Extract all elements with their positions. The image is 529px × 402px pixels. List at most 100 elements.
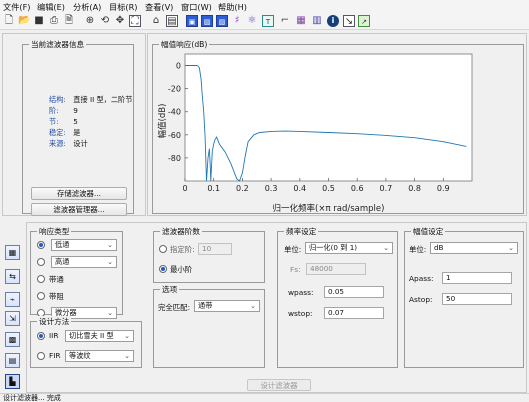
open-folder-icon[interactable]: 📂 (18, 15, 30, 27)
pole-zero-icon[interactable]: T (262, 15, 274, 27)
pan-icon[interactable]: ✥ (114, 15, 126, 27)
x-tick-label: 0.9 (437, 184, 450, 193)
menu-help[interactable]: 帮助(H) (218, 1, 247, 13)
lowpass-select[interactable]: 低通 ⌄ (51, 239, 117, 251)
fs-input[interactable]: 48000 (306, 263, 366, 275)
filter-order-title: 滤波器阶数 (160, 226, 202, 237)
phase-response-icon[interactable]: ▤ (166, 15, 178, 27)
menu-file[interactable]: 文件(F) (3, 1, 30, 13)
bandstop-radio[interactable] (37, 292, 45, 300)
x-tick-label: 0.6 (351, 184, 364, 193)
info-icon[interactable]: i (327, 15, 339, 27)
zoom-box-icon[interactable]: ▥ (311, 15, 323, 27)
info-stable: 稳定: 是 (49, 128, 81, 137)
y-tick-label: -80 (168, 154, 181, 163)
x-tick-label: 0.8 (408, 184, 421, 193)
bandpass-radio[interactable] (37, 275, 45, 283)
magnitude-units-select[interactable]: dB ⌄ (430, 242, 518, 254)
chevron-down-icon: ⌄ (383, 244, 389, 252)
fit-icon[interactable]: ⛶ (129, 15, 141, 27)
filter-info-icon[interactable]: ▦ (295, 15, 307, 27)
menu-analysis[interactable]: 分析(A) (73, 1, 101, 13)
iir-label: IIR (49, 331, 59, 340)
order-input[interactable]: 10 (198, 243, 232, 255)
y-tick-label: -40 (168, 108, 181, 117)
design-filter-button[interactable]: 设计滤波器 (247, 379, 311, 391)
new-file-icon[interactable]: 🗋 (3, 15, 15, 27)
chevron-down-icon: ⌄ (508, 244, 514, 252)
zoom-in-icon[interactable]: ⊕ (84, 15, 96, 27)
options-group: 选项 完全匹配: 通带 ⌄ (153, 284, 265, 368)
coefficients-icon[interactable]: ⌐ (279, 15, 291, 27)
y-axis-label: 幅值(dB) (157, 104, 168, 139)
x-tick-label: 0.1 (207, 184, 220, 193)
chevron-down-icon: ⌄ (107, 258, 113, 266)
store-filter-button[interactable]: 存储滤波器... (31, 187, 127, 200)
match-exactly-select[interactable]: 通带 ⌄ (194, 300, 260, 312)
frequency-units-select[interactable]: 归一化(0 到 1) ⌄ (305, 242, 393, 254)
pole-zero-side-icon[interactable]: ⌁ (5, 292, 20, 307)
menu-window[interactable]: 窗口(W) (181, 1, 212, 13)
y-tick-label: -20 (168, 85, 181, 94)
magnitude-response-icon[interactable]: ⌂ (150, 15, 162, 27)
status-bar: 设计滤波器... 完成 (0, 393, 529, 402)
fir-method-select[interactable]: 等波纹 ⌄ (65, 350, 134, 362)
fir-radio[interactable] (37, 352, 45, 360)
fs-label: Fs: (290, 265, 301, 274)
group-delay-icon[interactable]: ▧ (201, 15, 213, 27)
print-preview-icon[interactable]: 🗎 (63, 15, 75, 27)
filter-manager-button[interactable]: 滤波器管理器... (31, 203, 127, 216)
wstop-input[interactable]: 0.07 (324, 307, 384, 319)
current-filter-info-title: 当前滤波器信息 (29, 39, 87, 50)
specify-order-radio[interactable] (159, 245, 167, 253)
x-tick-label: 0.7 (380, 184, 393, 193)
wpass-input[interactable]: 0.05 (324, 286, 384, 298)
multirate-side-icon[interactable]: ▩ (5, 332, 20, 347)
specify-order-label: 指定阶: (170, 245, 195, 254)
transform-side-icon[interactable]: ⇆ (5, 269, 20, 284)
astop-label: Astop: (409, 295, 433, 304)
design-panel: 响应类型 低通 ⌄ 高通 ⌄ 带通 带阻 微分器 ⌄ 设计方法 IIR 切比雪夫 II… (26, 222, 527, 393)
filter-order-group: 滤波器阶数 指定阶: 10 最小阶 (153, 226, 265, 283)
menu-targets[interactable]: 目标(R) (109, 1, 137, 13)
frequency-units-label: 单位: (284, 245, 302, 254)
zoom-out-icon[interactable]: ⟲ (99, 15, 111, 27)
print-icon[interactable]: ⎙ (48, 15, 60, 27)
x-axis-label: 归一化频率(×π rad/sample) (273, 203, 385, 214)
realize-model-side-icon[interactable]: ▤ (5, 353, 20, 368)
astop-input[interactable]: 50 (442, 293, 512, 305)
step-response-icon[interactable]: ⚛ (246, 15, 258, 27)
iir-radio[interactable] (37, 332, 45, 340)
import-side-icon[interactable]: ⇲ (5, 311, 20, 326)
menu-edit[interactable]: 编辑(E) (37, 1, 65, 13)
design-filter-side-icon[interactable]: ▦ (5, 245, 20, 260)
frequency-specs-title: 频率设定 (284, 226, 319, 237)
magnitude-response-chart: 0 0.1 0.2 0.3 0.4 0.5 0.6 0.7 0.8 0.9 0 -20 -40 -60 -… (157, 53, 473, 214)
highpass-radio[interactable] (37, 258, 45, 266)
menu-view[interactable]: 查看(V) (145, 1, 173, 13)
export-icon[interactable]: ↘ (343, 15, 355, 27)
info-order: 阶: 9 (49, 106, 78, 115)
highpass-select[interactable]: 高通 ⌄ (51, 256, 117, 268)
minimum-order-radio[interactable] (159, 265, 167, 273)
frequency-specs-group: 频率设定 单位: 归一化(0 到 1) ⌄ Fs: 48000 wpass: 0.… (277, 226, 398, 368)
magnitude-phase-icon[interactable]: ▣ (186, 15, 198, 27)
quantize-side-icon[interactable]: ▙ (5, 374, 20, 389)
info-source: 来源: 设计 (49, 139, 88, 148)
chevron-down-icon: ⌄ (107, 309, 113, 317)
impulse-response-icon[interactable]: ♯ (231, 15, 243, 27)
phase-delay-icon[interactable]: ▨ (216, 15, 228, 27)
save-icon[interactable]: ■ (33, 15, 45, 27)
chevron-down-icon: ⌄ (250, 302, 256, 310)
iir-method-select[interactable]: 切比雪夫 II 型 ⌄ (65, 330, 134, 342)
menu-bar: 文件(F) 编辑(E) 分析(A) 目标(R) 查看(V) 窗口(W) 帮助(H… (0, 0, 529, 13)
whats-this-icon[interactable]: ↗ (358, 15, 370, 27)
magnitude-specs-group: 幅值设定 单位: dB ⌄ Apass: 1 Astop: 50 (404, 226, 524, 368)
design-method-title: 设计方法 (37, 316, 72, 327)
lowpass-radio[interactable] (37, 241, 45, 249)
info-structure: 结构: 直接 II 型，二阶节 (49, 95, 133, 104)
y-tick-label: 0 (176, 62, 181, 71)
toolbar: 🗋 📂 ■ ⎙ 🗎 ⊕ ⟲ ✥ ⛶ ⌂ ▤ ▣ ▧ ▨ ♯ ⚛ T ⌐ ▦ ▥ … (0, 13, 529, 30)
left-info-panel: 当前滤波器信息 结构: 直接 II 型，二阶节 阶: 9 节: 5 稳定: 是 … (2, 33, 146, 216)
apass-input[interactable]: 1 (442, 272, 512, 284)
